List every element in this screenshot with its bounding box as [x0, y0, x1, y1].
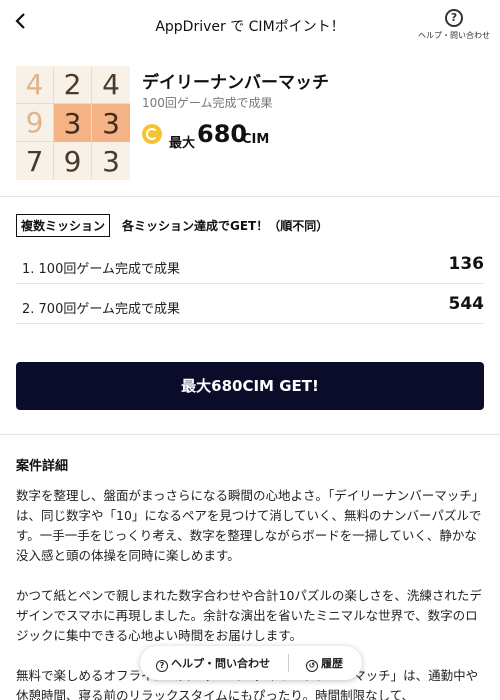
- grid-cell: 4: [92, 66, 130, 104]
- mission-label: 2. 700回ゲーム完成で成果: [22, 302, 180, 317]
- offer-card: 4 2 4 9 3 3 7 9 3 デイリーナンバーマッチ 100回ゲーム完成で…: [16, 66, 486, 182]
- offer-title: デイリーナンバーマッチ: [142, 73, 329, 93]
- history-label: 履歴: [321, 657, 343, 670]
- mission-row: 1. 100回ゲーム完成で成果 136: [16, 248, 484, 284]
- grid-cell: 7: [16, 142, 54, 180]
- help-button[interactable]: ? ヘルプ・問い合わせ: [418, 9, 490, 41]
- mission-badge: 複数ミッション: [16, 214, 111, 237]
- app-icon: 4 2 4 9 3 3 7 9 3: [16, 66, 130, 180]
- divider: [288, 654, 289, 672]
- header-bar: AppDriver で CIMポイント！ ? ヘルプ・問い合わせ: [0, 0, 500, 52]
- mission-label: 1. 100回ゲーム完成で成果: [22, 262, 180, 277]
- divider: [0, 434, 500, 435]
- get-reward-button[interactable]: 最大680CIM GET!: [16, 362, 484, 410]
- divider: [0, 196, 500, 197]
- mission-note: 各ミッション達成でGET！（順不同）: [122, 219, 329, 233]
- grid-cell: 3: [102, 144, 120, 178]
- history-button[interactable]: ↺ 履歴: [306, 655, 343, 672]
- mission-points: 136: [448, 254, 485, 274]
- reward-value: 680: [197, 120, 248, 148]
- bottom-action-bar: ? ヘルプ・問い合わせ ↺ 履歴: [140, 646, 362, 680]
- bottom-help-label: ヘルプ・問い合わせ: [171, 657, 270, 670]
- details-paragraph: かつて紙とペンで親しまれた数字合わせや合計10パズルの楽しさを、洗練されたデザイ…: [16, 588, 482, 643]
- grid-cell: 3: [54, 104, 92, 142]
- reward-prefix: 最大: [169, 136, 196, 151]
- question-circle-icon: ?: [445, 9, 463, 27]
- grid-cell: 9: [54, 142, 92, 180]
- bottom-help-button[interactable]: ? ヘルプ・問い合わせ: [156, 655, 270, 672]
- grid-cell: 9: [16, 104, 54, 142]
- clock-history-icon: ↺: [306, 660, 318, 672]
- mission-points: 544: [448, 294, 485, 314]
- question-circle-icon: ?: [156, 660, 168, 672]
- details-paragraph: 数字を整理し、盤面がまっさらになる瞬間の心地よさ。「デイリーナンバーマッチ」は、…: [16, 488, 485, 563]
- details-title: 案件詳細: [16, 459, 69, 474]
- offer-subtitle: 100回ゲーム完成で成果: [142, 96, 273, 110]
- grid-cell: 2: [54, 66, 92, 104]
- help-label: ヘルプ・問い合わせ: [418, 31, 490, 40]
- reward-unit: CIM: [242, 132, 270, 147]
- mission-row: 2. 700回ゲーム完成で成果 544: [16, 288, 484, 324]
- grid-cell: 3: [92, 104, 130, 142]
- grid-cell: 4: [16, 66, 54, 104]
- cim-coin-icon: [142, 124, 162, 144]
